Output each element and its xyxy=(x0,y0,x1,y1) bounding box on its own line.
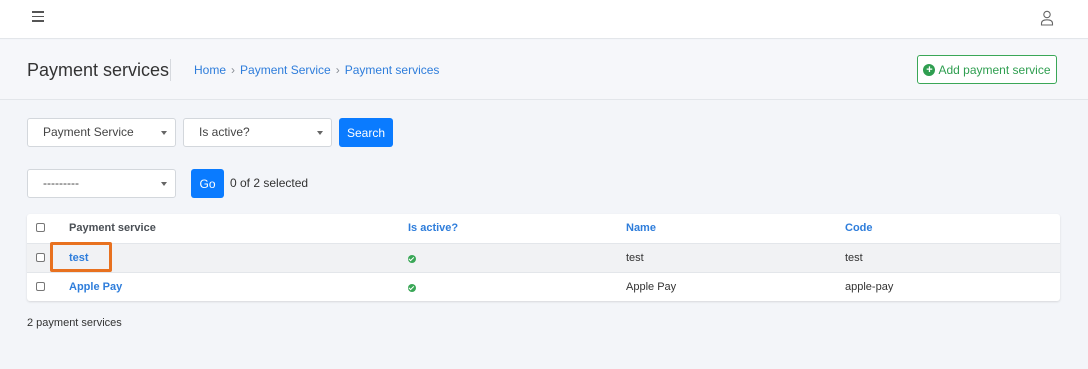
breadcrumb-separator: › xyxy=(335,63,340,77)
chevron-down-icon xyxy=(317,131,323,135)
breadcrumb-payment-service[interactable]: Payment Service xyxy=(240,63,331,77)
column-header-payment-service: Payment service xyxy=(69,222,156,234)
payment-service-link[interactable]: test xyxy=(69,244,89,273)
payment-service-filter-select[interactable]: Payment Service xyxy=(27,118,176,147)
add-payment-service-button[interactable]: + Add payment service xyxy=(917,55,1057,84)
payment-service-filter-value: Payment Service xyxy=(43,125,134,139)
add-payment-service-label: Add payment service xyxy=(938,62,1051,77)
breadcrumb: Home › Payment Service › Payment services xyxy=(194,63,439,77)
title-divider xyxy=(170,59,171,81)
top-navbar xyxy=(0,0,1088,39)
chevron-down-icon xyxy=(161,182,167,186)
breadcrumb-payment-services[interactable]: Payment services xyxy=(345,63,440,77)
row-checkbox[interactable] xyxy=(36,253,45,262)
bulk-action-select[interactable]: --------- xyxy=(27,169,176,198)
select-all-checkbox[interactable] xyxy=(36,223,45,232)
row-code: test xyxy=(845,252,863,264)
row-code: apple-pay xyxy=(845,281,894,293)
table-header-row: Payment service Is active? Name Code xyxy=(27,214,1060,243)
column-header-code[interactable]: Code xyxy=(845,214,873,243)
active-check-icon xyxy=(408,284,416,292)
row-name: test xyxy=(626,252,644,264)
active-check-icon xyxy=(408,255,416,263)
hamburger-menu-icon[interactable] xyxy=(32,11,44,23)
payment-services-table: Payment service Is active? Name Code tes… xyxy=(27,214,1060,301)
row-checkbox[interactable] xyxy=(36,282,45,291)
payment-service-link[interactable]: Apple Pay xyxy=(69,273,122,302)
breadcrumb-separator: › xyxy=(231,63,236,77)
go-button[interactable]: Go xyxy=(191,169,224,198)
page-title: Payment services xyxy=(27,60,170,80)
user-icon[interactable] xyxy=(1040,10,1054,26)
selected-count: 0 of 2 selected xyxy=(230,176,309,190)
is-active-filter-value: Is active? xyxy=(199,125,250,139)
breadcrumb-home[interactable]: Home xyxy=(194,63,226,77)
row-name: Apple Pay xyxy=(626,281,677,293)
column-header-is-active[interactable]: Is active? xyxy=(408,214,458,243)
bulk-action-value: --------- xyxy=(43,176,79,190)
plus-circle-icon: + xyxy=(923,63,936,76)
result-count: 2 payment services xyxy=(27,317,122,329)
chevron-down-icon xyxy=(161,131,167,135)
search-button[interactable]: Search xyxy=(339,118,393,147)
table-row: Apple Pay Apple Pay apple-pay xyxy=(27,272,1060,301)
column-header-name[interactable]: Name xyxy=(626,214,656,243)
table-row: test test test xyxy=(27,243,1060,272)
is-active-filter-select[interactable]: Is active? xyxy=(183,118,332,147)
